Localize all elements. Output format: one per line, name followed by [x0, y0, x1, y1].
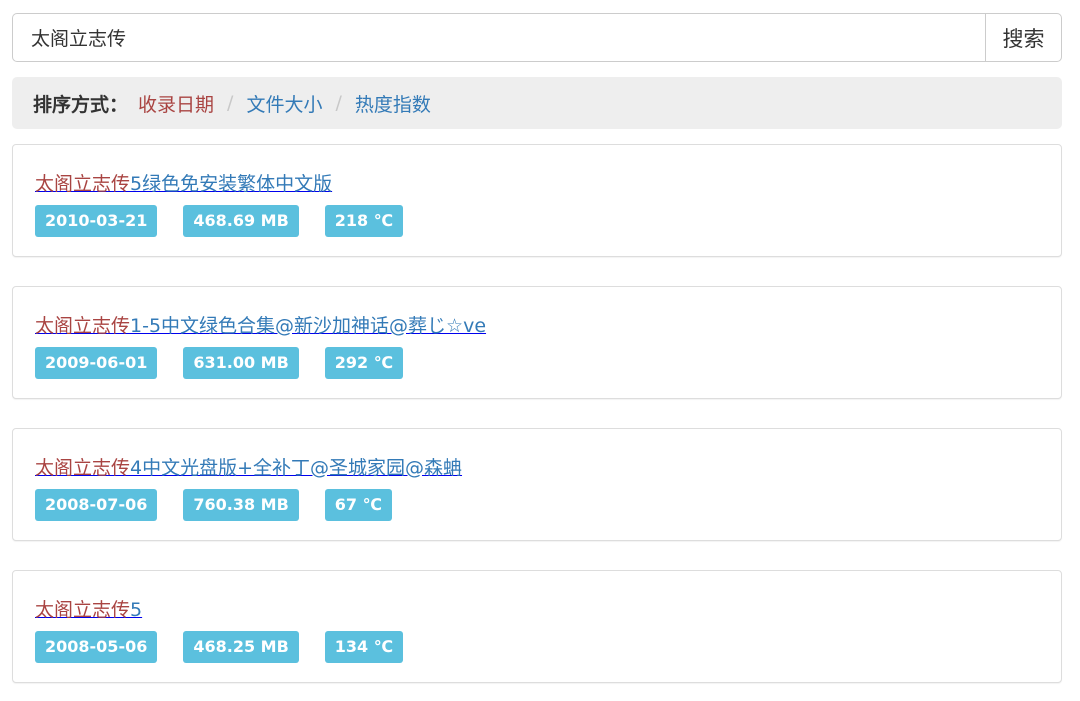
size-badge: 468.69 MB	[183, 205, 299, 237]
result-title-rest: 1-5中文绿色合集@新沙加神话@葬じ☆ve	[130, 315, 487, 337]
size-badge: 631.00 MB	[183, 347, 299, 379]
result-title-rest: 5绿色免安装繁体中文版	[130, 173, 333, 195]
sort-by-size-link[interactable]: 文件大小	[246, 90, 322, 117]
result-title-highlight: 太阁立志传	[35, 457, 131, 479]
result-card: 太阁立志传5绿色免安装繁体中文版 2010-03-21 468.69 MB 21…	[12, 144, 1062, 257]
heat-badge: 218 ℃	[324, 205, 404, 237]
date-badge: 2008-07-06	[35, 489, 158, 521]
search-input[interactable]	[12, 13, 985, 62]
result-title-highlight: 太阁立志传	[35, 599, 131, 621]
result-tags: 2009-06-01 631.00 MB 292 ℃	[35, 347, 429, 379]
result-title-link[interactable]: 太阁立志传5绿色免安装繁体中文版	[35, 169, 332, 196]
heat-badge: 67 ℃	[324, 489, 392, 521]
sort-label: 排序方式	[33, 93, 110, 116]
result-title-highlight: 太阁立志传	[35, 173, 131, 195]
sort-colon: ：	[109, 93, 129, 116]
page: 搜索 排序方式 ： 收录日期 / 文件大小 / 热度指数 太阁立志传5绿色免安装…	[0, 0, 1080, 701]
size-badge: 760.38 MB	[183, 489, 299, 521]
result-title-link[interactable]: 太阁立志传5	[35, 595, 142, 622]
result-tags: 2010-03-21 468.69 MB 218 ℃	[35, 205, 429, 237]
search-form: 搜索	[12, 13, 1062, 62]
result-card: 太阁立志传4中文光盘版+全补丁@圣城家园@森蚺 2008-07-06 760.3…	[12, 428, 1062, 541]
result-title-link[interactable]: 太阁立志传4中文光盘版+全补丁@圣城家园@森蚺	[35, 453, 462, 480]
date-badge: 2009-06-01	[35, 347, 158, 379]
result-title-link[interactable]: 太阁立志传1-5中文绿色合集@新沙加神话@葬じ☆ve	[35, 311, 486, 338]
result-card: 太阁立志传5 2008-05-06 468.25 MB 134 ℃	[12, 570, 1062, 683]
heat-badge: 134 ℃	[324, 631, 404, 663]
size-badge: 468.25 MB	[183, 631, 299, 663]
date-badge: 2010-03-21	[35, 205, 158, 237]
sort-by-date-link[interactable]: 收录日期	[138, 90, 214, 117]
result-title-rest: 5	[130, 599, 143, 621]
result-tags: 2008-07-06 760.38 MB 67 ℃	[35, 489, 418, 521]
breadcrumb-separator: /	[227, 92, 234, 114]
result-card: 太阁立志传1-5中文绿色合集@新沙加神话@葬じ☆ve 2009-06-01 63…	[12, 286, 1062, 399]
result-tags: 2008-05-06 468.25 MB 134 ℃	[35, 631, 429, 663]
search-button[interactable]: 搜索	[985, 13, 1062, 62]
result-title-highlight: 太阁立志传	[35, 315, 131, 337]
breadcrumb-separator: /	[335, 92, 342, 114]
heat-badge: 292 ℃	[324, 347, 404, 379]
date-badge: 2008-05-06	[35, 631, 158, 663]
sort-bar: 排序方式 ： 收录日期 / 文件大小 / 热度指数	[12, 77, 1062, 129]
sort-by-heat-link[interactable]: 热度指数	[355, 90, 431, 117]
result-title-rest: 4中文光盘版+全补丁@圣城家园@森蚺	[130, 457, 463, 479]
